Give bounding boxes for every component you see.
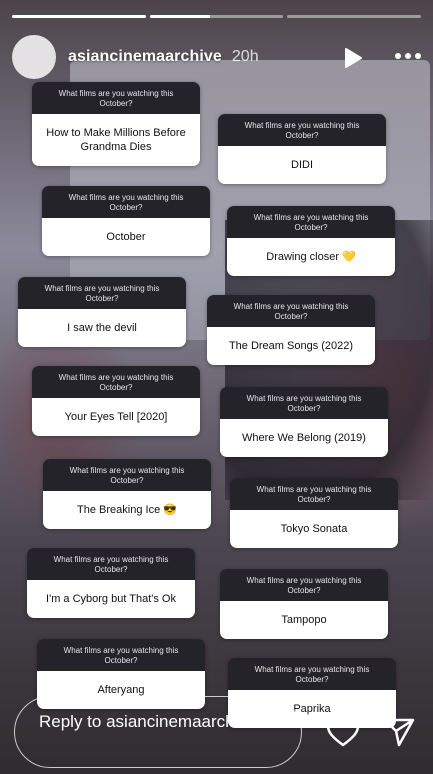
progress-segment [149, 15, 284, 18]
card-answer: I'm a Cyborg but That's Ok [27, 580, 195, 618]
question-card[interactable]: What films are you watching this October… [230, 478, 398, 548]
play-icon[interactable] [343, 47, 363, 74]
more-icon[interactable] [395, 53, 421, 59]
heart-icon[interactable] [326, 716, 360, 753]
card-question: What films are you watching this October… [230, 478, 398, 510]
card-question: What films are you watching this October… [18, 277, 186, 309]
card-question: What films are you watching this October… [207, 295, 375, 327]
card-answer: The Breaking Ice 😎 [43, 491, 211, 529]
story-progress [12, 15, 422, 18]
card-question: What films are you watching this October… [32, 366, 200, 398]
question-card[interactable]: What films are you watching this October… [227, 206, 395, 276]
question-card[interactable]: What films are you watching this October… [218, 114, 386, 184]
question-card[interactable]: What films are you watching this October… [43, 459, 211, 529]
card-answer: I saw the devil [18, 309, 186, 347]
send-icon[interactable] [382, 716, 416, 753]
question-card[interactable]: What films are you watching this October… [32, 366, 200, 436]
question-card[interactable]: What films are you watching this October… [220, 569, 388, 639]
card-question: What films are you watching this October… [43, 459, 211, 491]
progress-segment [287, 15, 422, 18]
card-answer: The Dream Songs (2022) [207, 327, 375, 365]
post-time: 20h [231, 48, 259, 65]
question-card[interactable]: What films are you watching this October… [18, 277, 186, 347]
card-answer: DIDI [218, 146, 386, 184]
username[interactable]: asiancinemaarchive [68, 48, 222, 66]
story-header: asiancinemaarchive 20h [12, 35, 421, 79]
avatar[interactable] [12, 35, 56, 79]
card-question: What films are you watching this October… [42, 186, 210, 218]
question-card[interactable]: What films are you watching this October… [220, 387, 388, 457]
card-answer: Tampopo [220, 601, 388, 639]
question-card[interactable]: What films are you watching this October… [27, 548, 195, 618]
card-question: What films are you watching this October… [32, 82, 200, 114]
question-card[interactable]: What films are you watching this October… [42, 186, 210, 256]
card-answer: Your Eyes Tell [2020] [32, 398, 200, 436]
progress-segment [12, 15, 146, 18]
card-question: What films are you watching this October… [37, 639, 205, 671]
card-question: What films are you watching this October… [220, 569, 388, 601]
card-question: What films are you watching this October… [220, 387, 388, 419]
card-answer: How to Make Millions Before Grandma Dies [32, 114, 200, 166]
card-answer: October [42, 218, 210, 256]
card-answer: Drawing closer 💛 [227, 238, 395, 276]
card-question: What films are you watching this October… [27, 548, 195, 580]
card-question: What films are you watching this October… [218, 114, 386, 146]
question-card[interactable]: What films are you watching this October… [207, 295, 375, 365]
story-footer: Reply to asiancinemaarchive... [0, 694, 433, 774]
card-answer: Tokyo Sonata [230, 510, 398, 548]
question-card[interactable]: What films are you watching this October… [32, 82, 200, 166]
card-question: What films are you watching this October… [227, 206, 395, 238]
card-answer: Where We Belong (2019) [220, 419, 388, 457]
reply-input[interactable]: Reply to asiancinemaarchive... [14, 696, 302, 768]
card-question: What films are you watching this October… [228, 658, 396, 690]
